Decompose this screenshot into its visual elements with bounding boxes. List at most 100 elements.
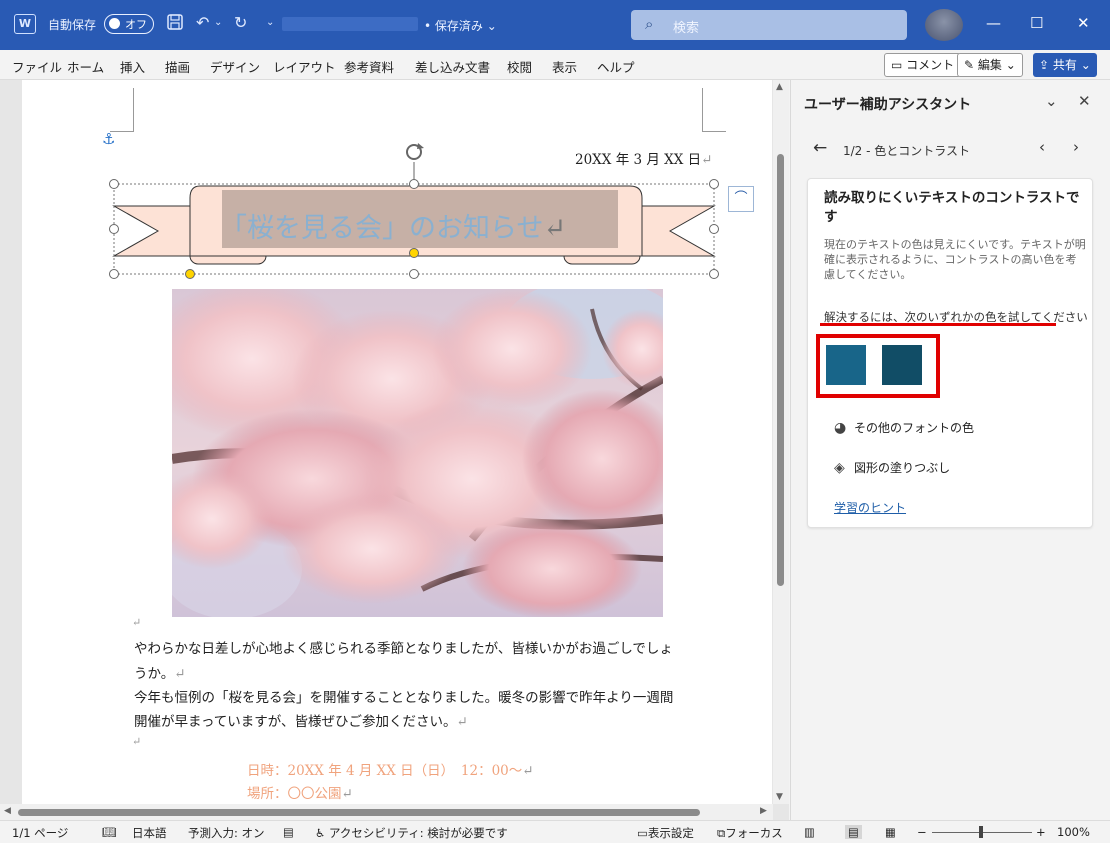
- tab-mailings[interactable]: 差し込み文書: [415, 57, 490, 76]
- tab-references[interactable]: 参考資料: [344, 57, 394, 76]
- zoom-in-icon[interactable]: +: [1036, 825, 1046, 839]
- cherry-blossom-photo[interactable]: [172, 289, 663, 617]
- previous-issue-icon[interactable]: ‹: [1039, 138, 1045, 156]
- back-arrow-icon[interactable]: ←: [813, 138, 827, 158]
- paragraph-mark: ↵: [174, 666, 186, 682]
- option-label: 図形の塗りつぶし: [854, 461, 951, 475]
- body-paragraph-2-line-2[interactable]: 開催が早まっていますが、皆様ぜひご参加ください。↵: [134, 710, 468, 730]
- maximize-icon[interactable]: ☐: [1030, 14, 1043, 32]
- scroll-down-icon[interactable]: ▼: [776, 792, 783, 802]
- track-changes-icon[interactable]: ▤: [283, 825, 294, 839]
- share-icon: ⇪: [1039, 58, 1050, 72]
- color-swatch-1[interactable]: [826, 345, 866, 385]
- autosave-label: 自動保存: [48, 18, 97, 32]
- redo-icon[interactable]: ↻: [234, 13, 247, 33]
- vertical-scroll-thumb[interactable]: [777, 154, 784, 586]
- margin-corner-top-left: [110, 88, 134, 132]
- close-icon[interactable]: ✕: [1077, 14, 1090, 32]
- vertical-scrollbar[interactable]: ▲ ▼: [773, 80, 789, 804]
- read-mode-icon[interactable]: ▥: [804, 825, 815, 839]
- tab-help[interactable]: ヘルプ: [597, 57, 635, 76]
- web-layout-icon[interactable]: ▦: [885, 825, 896, 839]
- tab-home[interactable]: ホーム: [67, 57, 104, 76]
- undo-dropdown-icon[interactable]: ⌄: [214, 13, 222, 33]
- learn-tips-link[interactable]: 学習のヒント: [834, 499, 906, 516]
- line-text: 開催が早まっていますが、皆様ぜひご参加ください。: [134, 714, 457, 730]
- scroll-left-icon[interactable]: ◀: [4, 806, 11, 816]
- share-button-label: 共有: [1052, 58, 1077, 72]
- save-icon[interactable]: [166, 13, 184, 36]
- save-status[interactable]: • 保存済み ⌄: [424, 17, 497, 34]
- document-area: ⚓ 20XX 年 3 月 XX 日↵ 「桜を見る会」のお知らせ↵ ⌒ ↵ やわら…: [0, 80, 789, 820]
- page-count[interactable]: 1/1 ページ: [12, 825, 68, 841]
- body-paragraph-2-line-1[interactable]: 今年も恒例の「桜を見る会」を開催することとなりました。暖冬の影響で昨年より一週間: [134, 686, 673, 706]
- customize-toolbar-icon[interactable]: ⌄: [266, 13, 274, 33]
- search-box[interactable]: ⌕ 検索: [631, 10, 907, 40]
- focus-mode[interactable]: ⧉フォーカス: [717, 825, 783, 841]
- text-prediction-status[interactable]: 予測入力: オン: [188, 825, 265, 841]
- tab-insert[interactable]: 挿入: [120, 57, 145, 76]
- horizontal-scrollbar[interactable]: ◀ ▶: [0, 804, 773, 820]
- share-button[interactable]: ⇪ 共有 ⌄: [1033, 53, 1097, 77]
- autosave-toggle[interactable]: オフ: [104, 14, 154, 34]
- line-text: うか。: [134, 666, 175, 682]
- edit-button-label: 編集: [977, 58, 1002, 72]
- comment-button-label: コメント: [906, 58, 955, 72]
- zoom-level[interactable]: 100%: [1057, 825, 1090, 839]
- document-page[interactable]: ⚓ 20XX 年 3 月 XX 日↵ 「桜を見る会」のお知らせ↵ ⌒ ↵ やわら…: [22, 80, 772, 820]
- tab-view[interactable]: 表示: [552, 57, 577, 76]
- red-underline-annotation: [820, 323, 1056, 326]
- accessibility-status[interactable]: ♿︎ アクセシビリティ: 検討が必要です: [315, 825, 508, 841]
- comment-icon: ▭: [891, 58, 903, 72]
- shape-fill-option[interactable]: ◈ 図形の塗りつぶし: [834, 459, 950, 476]
- title-bar: W 自動保存 オフ ↶ ⌄ ↻ ⌄ • 保存済み ⌄ ⌕ 検索 — ☐ ✕: [0, 0, 1110, 50]
- event-place-line[interactable]: 場所：〇〇公園↵: [247, 782, 353, 802]
- display-settings[interactable]: ▭表示設定: [637, 825, 694, 841]
- more-font-colors-option[interactable]: ◕ その他のフォントの色: [834, 419, 974, 436]
- tab-design[interactable]: デザイン: [210, 57, 260, 76]
- banner-title[interactable]: 「桜を見る会」のお知らせ↵: [220, 206, 566, 245]
- event-date-line[interactable]: 日時：20XX 年 4 月 XX 日（日） 12：00～↵: [247, 759, 534, 779]
- undo-icon[interactable]: ↶: [196, 13, 209, 33]
- tab-review[interactable]: 校閲: [507, 57, 532, 76]
- pane-close-icon[interactable]: ✕: [1078, 92, 1091, 110]
- palette-icon: ◕: [834, 420, 847, 436]
- next-issue-icon[interactable]: ›: [1073, 138, 1079, 156]
- banner-title-text: 「桜を見る会」のお知らせ: [220, 213, 544, 244]
- language-status[interactable]: 日本語: [132, 825, 167, 841]
- zoom-slider-thumb[interactable]: [979, 826, 983, 838]
- word-app-icon: W: [14, 14, 36, 34]
- accessibility-icon: ♿︎: [315, 826, 326, 840]
- body-paragraph-1-line-2[interactable]: うか。↵: [134, 662, 186, 682]
- focus-label: フォーカス: [725, 826, 783, 840]
- body-paragraph-1-line-1[interactable]: やわらかな日差しが心地よく感じられる季節となりましたが、皆様いかがお過ごしでしょ: [134, 637, 673, 657]
- paragraph-mark: ↵: [456, 714, 468, 730]
- user-avatar[interactable]: [925, 9, 963, 41]
- event-date-text: 日時：20XX 年 4 月 XX 日（日） 12：00～: [247, 763, 523, 779]
- search-icon: ⌕: [645, 15, 654, 33]
- tab-file[interactable]: ファイル: [12, 57, 62, 76]
- scroll-up-icon[interactable]: ▲: [776, 82, 783, 92]
- color-swatch-2[interactable]: [882, 345, 922, 385]
- edit-button[interactable]: ✎ 編集 ⌄: [957, 53, 1023, 77]
- tab-draw[interactable]: 描画: [165, 57, 190, 76]
- autosave-state: オフ: [125, 18, 147, 31]
- book-icon[interactable]: 📖︎: [102, 825, 117, 839]
- chevron-down-icon: ⌄: [1005, 58, 1016, 72]
- pane-options-chevron-icon[interactable]: ⌄: [1045, 92, 1058, 110]
- print-layout-icon[interactable]: ▤: [845, 825, 862, 839]
- document-name-blurred[interactable]: [282, 17, 418, 31]
- status-bar: 1/1 ページ 📖︎ 日本語 予測入力: オン ▤ ♿︎ アクセシビリティ: 検…: [0, 820, 1110, 843]
- search-placeholder: 検索: [673, 21, 700, 36]
- minimize-icon[interactable]: —: [986, 14, 1001, 32]
- comment-button[interactable]: ▭ コメント: [884, 53, 962, 77]
- pen-icon: ✎: [964, 58, 975, 72]
- horizontal-scroll-thumb[interactable]: [18, 809, 700, 816]
- zoom-out-icon[interactable]: −: [917, 825, 927, 839]
- issue-title: 読み取りにくいテキストのコントラストです: [824, 190, 1080, 225]
- scroll-right-icon[interactable]: ▶: [760, 806, 767, 816]
- tab-layout[interactable]: レイアウト: [273, 57, 336, 76]
- pane-title: ユーザー補助アシスタント: [804, 97, 972, 113]
- issue-card: 読み取りにくいテキストのコントラストです 現在のテキストの色は見えにくいです。テ…: [807, 178, 1093, 528]
- layout-options-icon[interactable]: ⌒: [728, 186, 754, 212]
